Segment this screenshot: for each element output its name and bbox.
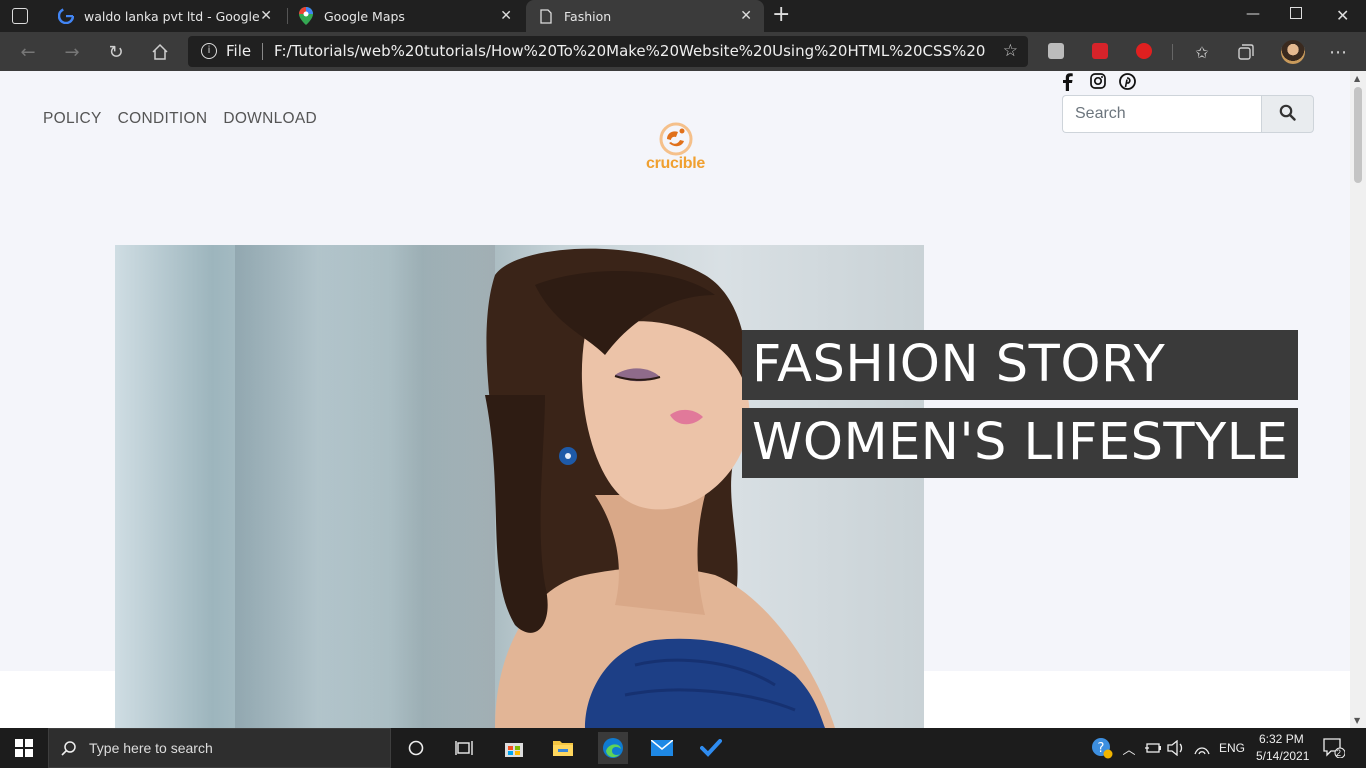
windows-taskbar: Type here to search ? ︿ ENG 6:32 PM 5/14… xyxy=(0,728,1366,768)
extension-icon[interactable] xyxy=(1136,43,1152,59)
address-bar[interactable]: i File F:/Tutorials/web%20tutorials/How%… xyxy=(188,36,1028,67)
store-icon[interactable] xyxy=(502,736,526,760)
brand-logo[interactable]: crucible xyxy=(640,119,712,177)
restore-icon[interactable] xyxy=(1290,7,1302,19)
file-explorer-icon[interactable] xyxy=(551,736,575,760)
page-scrollbar[interactable]: ▲ ▼ xyxy=(1350,71,1366,728)
page-viewport: POLICY CONDITION DOWNLOAD crucible xyxy=(0,71,1366,728)
nav-policy[interactable]: POLICY xyxy=(43,110,102,128)
collections-icon[interactable] xyxy=(1235,41,1257,63)
close-tab-icon[interactable]: ✕ xyxy=(500,8,512,24)
hero-caption: FASHION STORY WOMEN'S LIFESTYLE xyxy=(742,330,1299,486)
clock-time[interactable]: 6:32 PM xyxy=(1259,732,1304,746)
refresh-icon[interactable]: ↻ xyxy=(105,41,127,63)
hero-title-line-1: FASHION STORY xyxy=(742,330,1299,400)
extension-icon[interactable] xyxy=(1092,43,1108,59)
nav-download[interactable]: DOWNLOAD xyxy=(223,110,317,128)
facebook-icon[interactable] xyxy=(1061,73,1077,91)
windows-start-icon[interactable] xyxy=(12,736,36,760)
info-icon[interactable]: i xyxy=(201,43,217,59)
pinterest-icon[interactable] xyxy=(1119,73,1136,91)
address-url[interactable]: F:/Tutorials/web%20tutorials/How%20To%20… xyxy=(274,42,986,60)
close-tab-icon[interactable]: ✕ xyxy=(740,8,752,24)
main-nav: POLICY CONDITION DOWNLOAD xyxy=(43,110,317,128)
browser-toolbar: ← → ↻ i File F:/Tutorials/web%20tutorial… xyxy=(0,32,1366,71)
logo-mark xyxy=(659,122,693,156)
toolbar-divider xyxy=(1172,44,1173,60)
scroll-up-icon[interactable]: ▲ xyxy=(1354,74,1360,83)
battery-icon[interactable] xyxy=(1141,736,1165,760)
language-indicator[interactable]: ENG xyxy=(1219,741,1245,755)
hero-title-line-2: WOMEN'S LIFESTYLE xyxy=(742,408,1299,478)
tab-actions-icon[interactable] xyxy=(12,8,28,24)
maps-icon xyxy=(298,7,314,25)
back-icon[interactable]: ← xyxy=(17,41,39,63)
browser-titlebar: waldo lanka pvt ltd - Google Sea ✕ Googl… xyxy=(0,0,1366,32)
profile-avatar[interactable] xyxy=(1281,40,1305,64)
search-button[interactable] xyxy=(1261,95,1314,133)
tab-title: Fashion xyxy=(564,8,612,24)
task-view-icon[interactable] xyxy=(452,736,476,760)
address-divider xyxy=(262,43,263,60)
mail-icon[interactable] xyxy=(650,736,674,760)
google-icon xyxy=(58,8,74,24)
home-icon[interactable] xyxy=(149,41,171,63)
extension-icon[interactable] xyxy=(1048,43,1064,59)
forward-icon[interactable]: → xyxy=(61,41,83,63)
logo-text: crucible xyxy=(646,155,705,172)
cortana-icon[interactable] xyxy=(404,736,428,760)
favorites-icon[interactable]: ✩ xyxy=(1191,41,1213,63)
tab-google-maps[interactable]: Google Maps ✕ xyxy=(288,0,524,32)
close-tab-icon[interactable]: ✕ xyxy=(260,8,272,24)
todo-icon[interactable] xyxy=(699,736,723,760)
volume-icon[interactable] xyxy=(1164,736,1188,760)
model-figure xyxy=(485,248,835,728)
notification-count: 2 xyxy=(1336,748,1342,758)
svg-text:?: ? xyxy=(1098,741,1105,756)
add-favorite-icon[interactable]: ☆ xyxy=(1003,41,1018,61)
chevron-up-icon[interactable]: ︿ xyxy=(1117,736,1141,760)
notifications-icon[interactable] xyxy=(1322,736,1346,760)
tab-title: Google Maps xyxy=(324,8,405,24)
taskbar-search-placeholder: Type here to search xyxy=(89,740,213,756)
tab-google-search[interactable]: waldo lanka pvt ltd - Google Sea ✕ xyxy=(48,0,284,32)
search-form xyxy=(1062,95,1314,133)
edge-icon[interactable] xyxy=(598,732,628,764)
tab-fashion[interactable]: Fashion ✕ xyxy=(526,0,764,32)
help-icon[interactable]: ? xyxy=(1090,736,1114,760)
taskbar-search[interactable]: Type here to search xyxy=(48,728,391,768)
wifi-icon[interactable] xyxy=(1190,736,1214,760)
new-tab-button[interactable]: + xyxy=(772,4,790,26)
clock-date[interactable]: 5/14/2021 xyxy=(1256,749,1309,763)
scrollbar-thumb[interactable] xyxy=(1354,87,1362,183)
tab-title: waldo lanka pvt ltd - Google Sea xyxy=(84,8,264,24)
nav-condition[interactable]: CONDITION xyxy=(118,110,208,128)
page-icon xyxy=(538,8,554,24)
minimize-icon[interactable]: — xyxy=(1246,6,1260,22)
social-links xyxy=(1061,73,1136,91)
instagram-icon[interactable] xyxy=(1090,73,1106,91)
close-window-icon[interactable]: ✕ xyxy=(1336,6,1349,25)
search-input[interactable] xyxy=(1062,95,1262,133)
search-icon xyxy=(1279,104,1296,124)
search-icon xyxy=(57,736,81,760)
more-menu-icon[interactable]: ⋯ xyxy=(1327,41,1349,63)
hero-image xyxy=(115,245,924,728)
scroll-down-icon[interactable]: ▼ xyxy=(1354,716,1360,725)
address-protocol: File xyxy=(226,42,252,60)
